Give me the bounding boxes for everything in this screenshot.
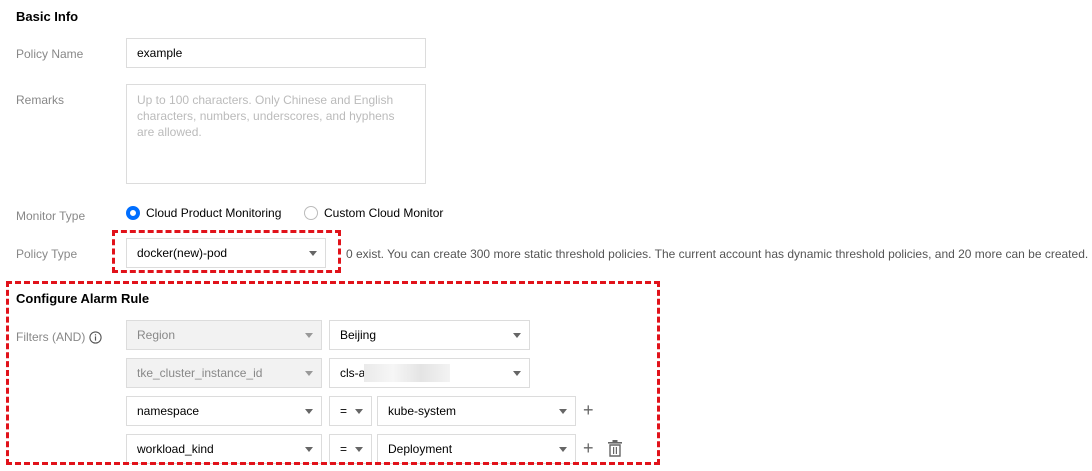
radio-cloud-product-label: Cloud Product Monitoring <box>146 206 282 220</box>
policy-name-label: Policy Name <box>16 47 84 61</box>
monitor-type-label: Monitor Type <box>16 209 86 223</box>
alarm-rule-highlight <box>6 281 660 465</box>
radio-custom-cloud-monitor[interactable]: Custom Cloud Monitor <box>304 206 443 220</box>
policy-name-input[interactable]: example <box>126 38 426 68</box>
basic-info-title: Basic Info <box>16 9 79 24</box>
radio-custom-cloud-label: Custom Cloud Monitor <box>324 206 444 220</box>
remarks-textarea[interactable]: Up to 100 characters. Only Chinese and E… <box>126 84 426 184</box>
policy-type-label: Policy Type <box>16 247 78 261</box>
remarks-label: Remarks <box>16 93 65 107</box>
radio-unchecked-icon[interactable] <box>304 206 318 220</box>
policy-quota-hint: 0 exist. You can create 300 more static … <box>346 247 1089 261</box>
radio-checked-icon[interactable] <box>126 206 140 220</box>
policy-type-highlight <box>112 230 341 273</box>
radio-cloud-product-monitoring[interactable]: Cloud Product Monitoring <box>126 206 281 220</box>
